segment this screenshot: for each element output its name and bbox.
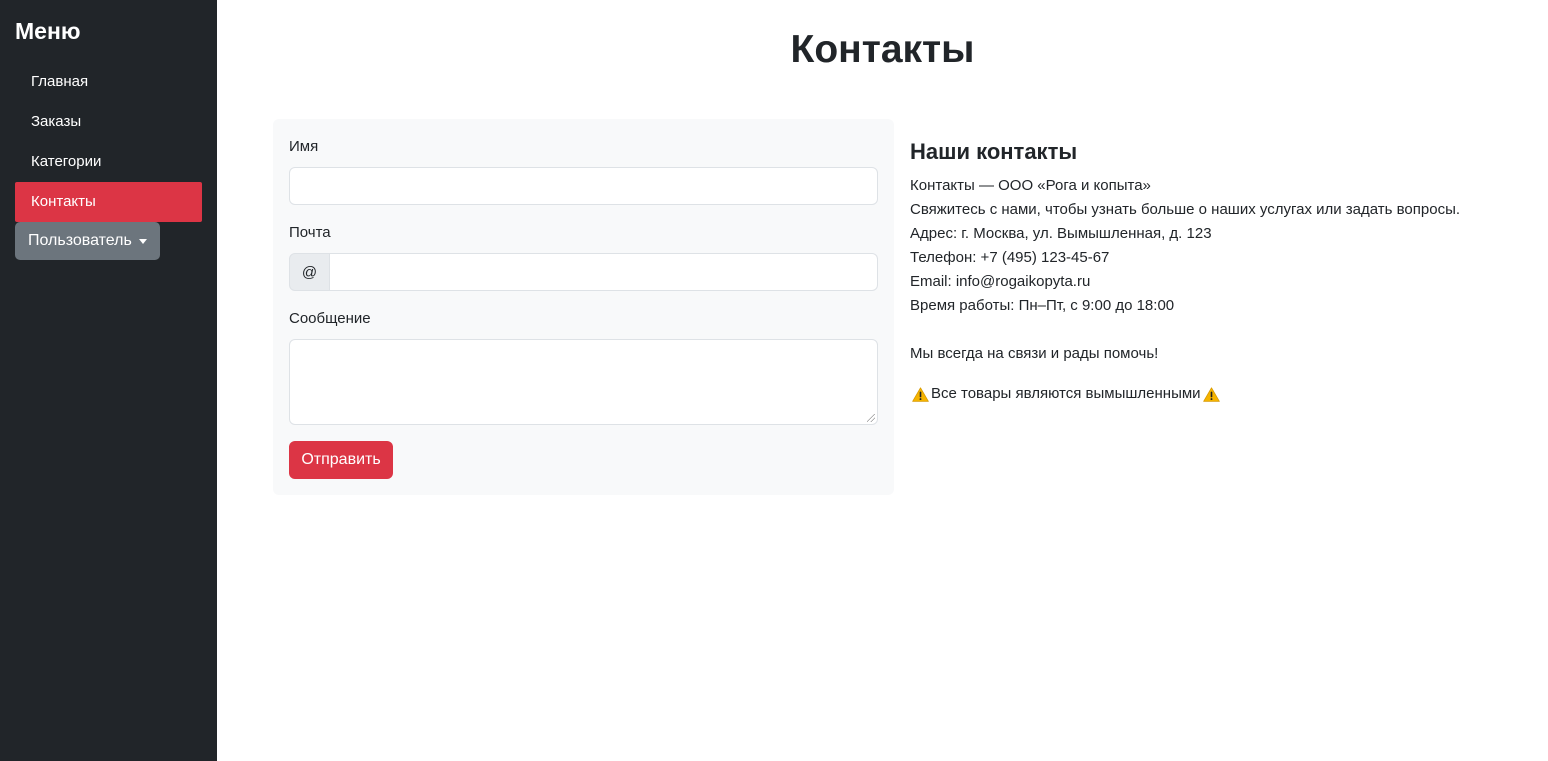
message-textarea[interactable]: [289, 339, 878, 425]
company-line: Контакты — ООО «Рога и копыта»: [910, 177, 1151, 194]
contacts-info: Наши контакты Контакты — ООО «Рога и коп…: [910, 138, 1530, 406]
resize-handle-icon[interactable]: [867, 414, 875, 422]
message-label: Сообщение: [289, 310, 371, 327]
contact-form: Имя Почта @ Сообщение Отправить: [273, 119, 894, 495]
disclaimer-text: Все товары являются вымышленными: [931, 385, 1201, 402]
contacts-heading: Наши контакты: [910, 139, 1078, 164]
warning-icon: [1202, 386, 1220, 402]
hours-line: Время работы: Пн–Пт, с 9:00 до 18:00: [910, 297, 1175, 314]
user-dropdown-button[interactable]: Пользователь: [15, 222, 160, 260]
address-line: Адрес: г. Москва, ул. Вымышленная, д. 12…: [910, 225, 1212, 242]
closing-line: Мы всегда на связи и рады помочь!: [910, 345, 1159, 362]
submit-button[interactable]: Отправить: [289, 441, 393, 479]
intro-line: Свяжитесь с нами, чтобы узнать больше о …: [910, 201, 1461, 218]
disclaimer-line: Все товары являются вымышленными: [910, 382, 1530, 406]
email-input[interactable]: [330, 253, 878, 291]
sidebar-title: Меню: [15, 18, 81, 44]
page-title: Контакты: [790, 28, 975, 71]
sidebar: Меню Главная Заказы Категории Контакты П…: [0, 0, 217, 761]
email-label: Почта: [289, 224, 331, 241]
sidebar-item-home[interactable]: Главная: [15, 62, 202, 102]
user-dropdown-label: Пользователь: [28, 232, 132, 249]
sidebar-item-categories[interactable]: Категории: [15, 142, 202, 182]
caret-down-icon: [138, 238, 147, 244]
sidebar-item-contacts[interactable]: Контакты: [15, 182, 202, 222]
email-input-group: @: [289, 253, 878, 291]
phone-line: Телефон: +7 (495) 123-45-67: [910, 249, 1110, 266]
email-line: Email: info@rogaikopyta.ru: [910, 273, 1091, 290]
name-label: Имя: [289, 138, 319, 155]
at-sign-addon: @: [289, 253, 330, 291]
name-input[interactable]: [289, 167, 878, 205]
warning-icon: [912, 386, 929, 402]
sidebar-item-orders[interactable]: Заказы: [15, 102, 202, 142]
